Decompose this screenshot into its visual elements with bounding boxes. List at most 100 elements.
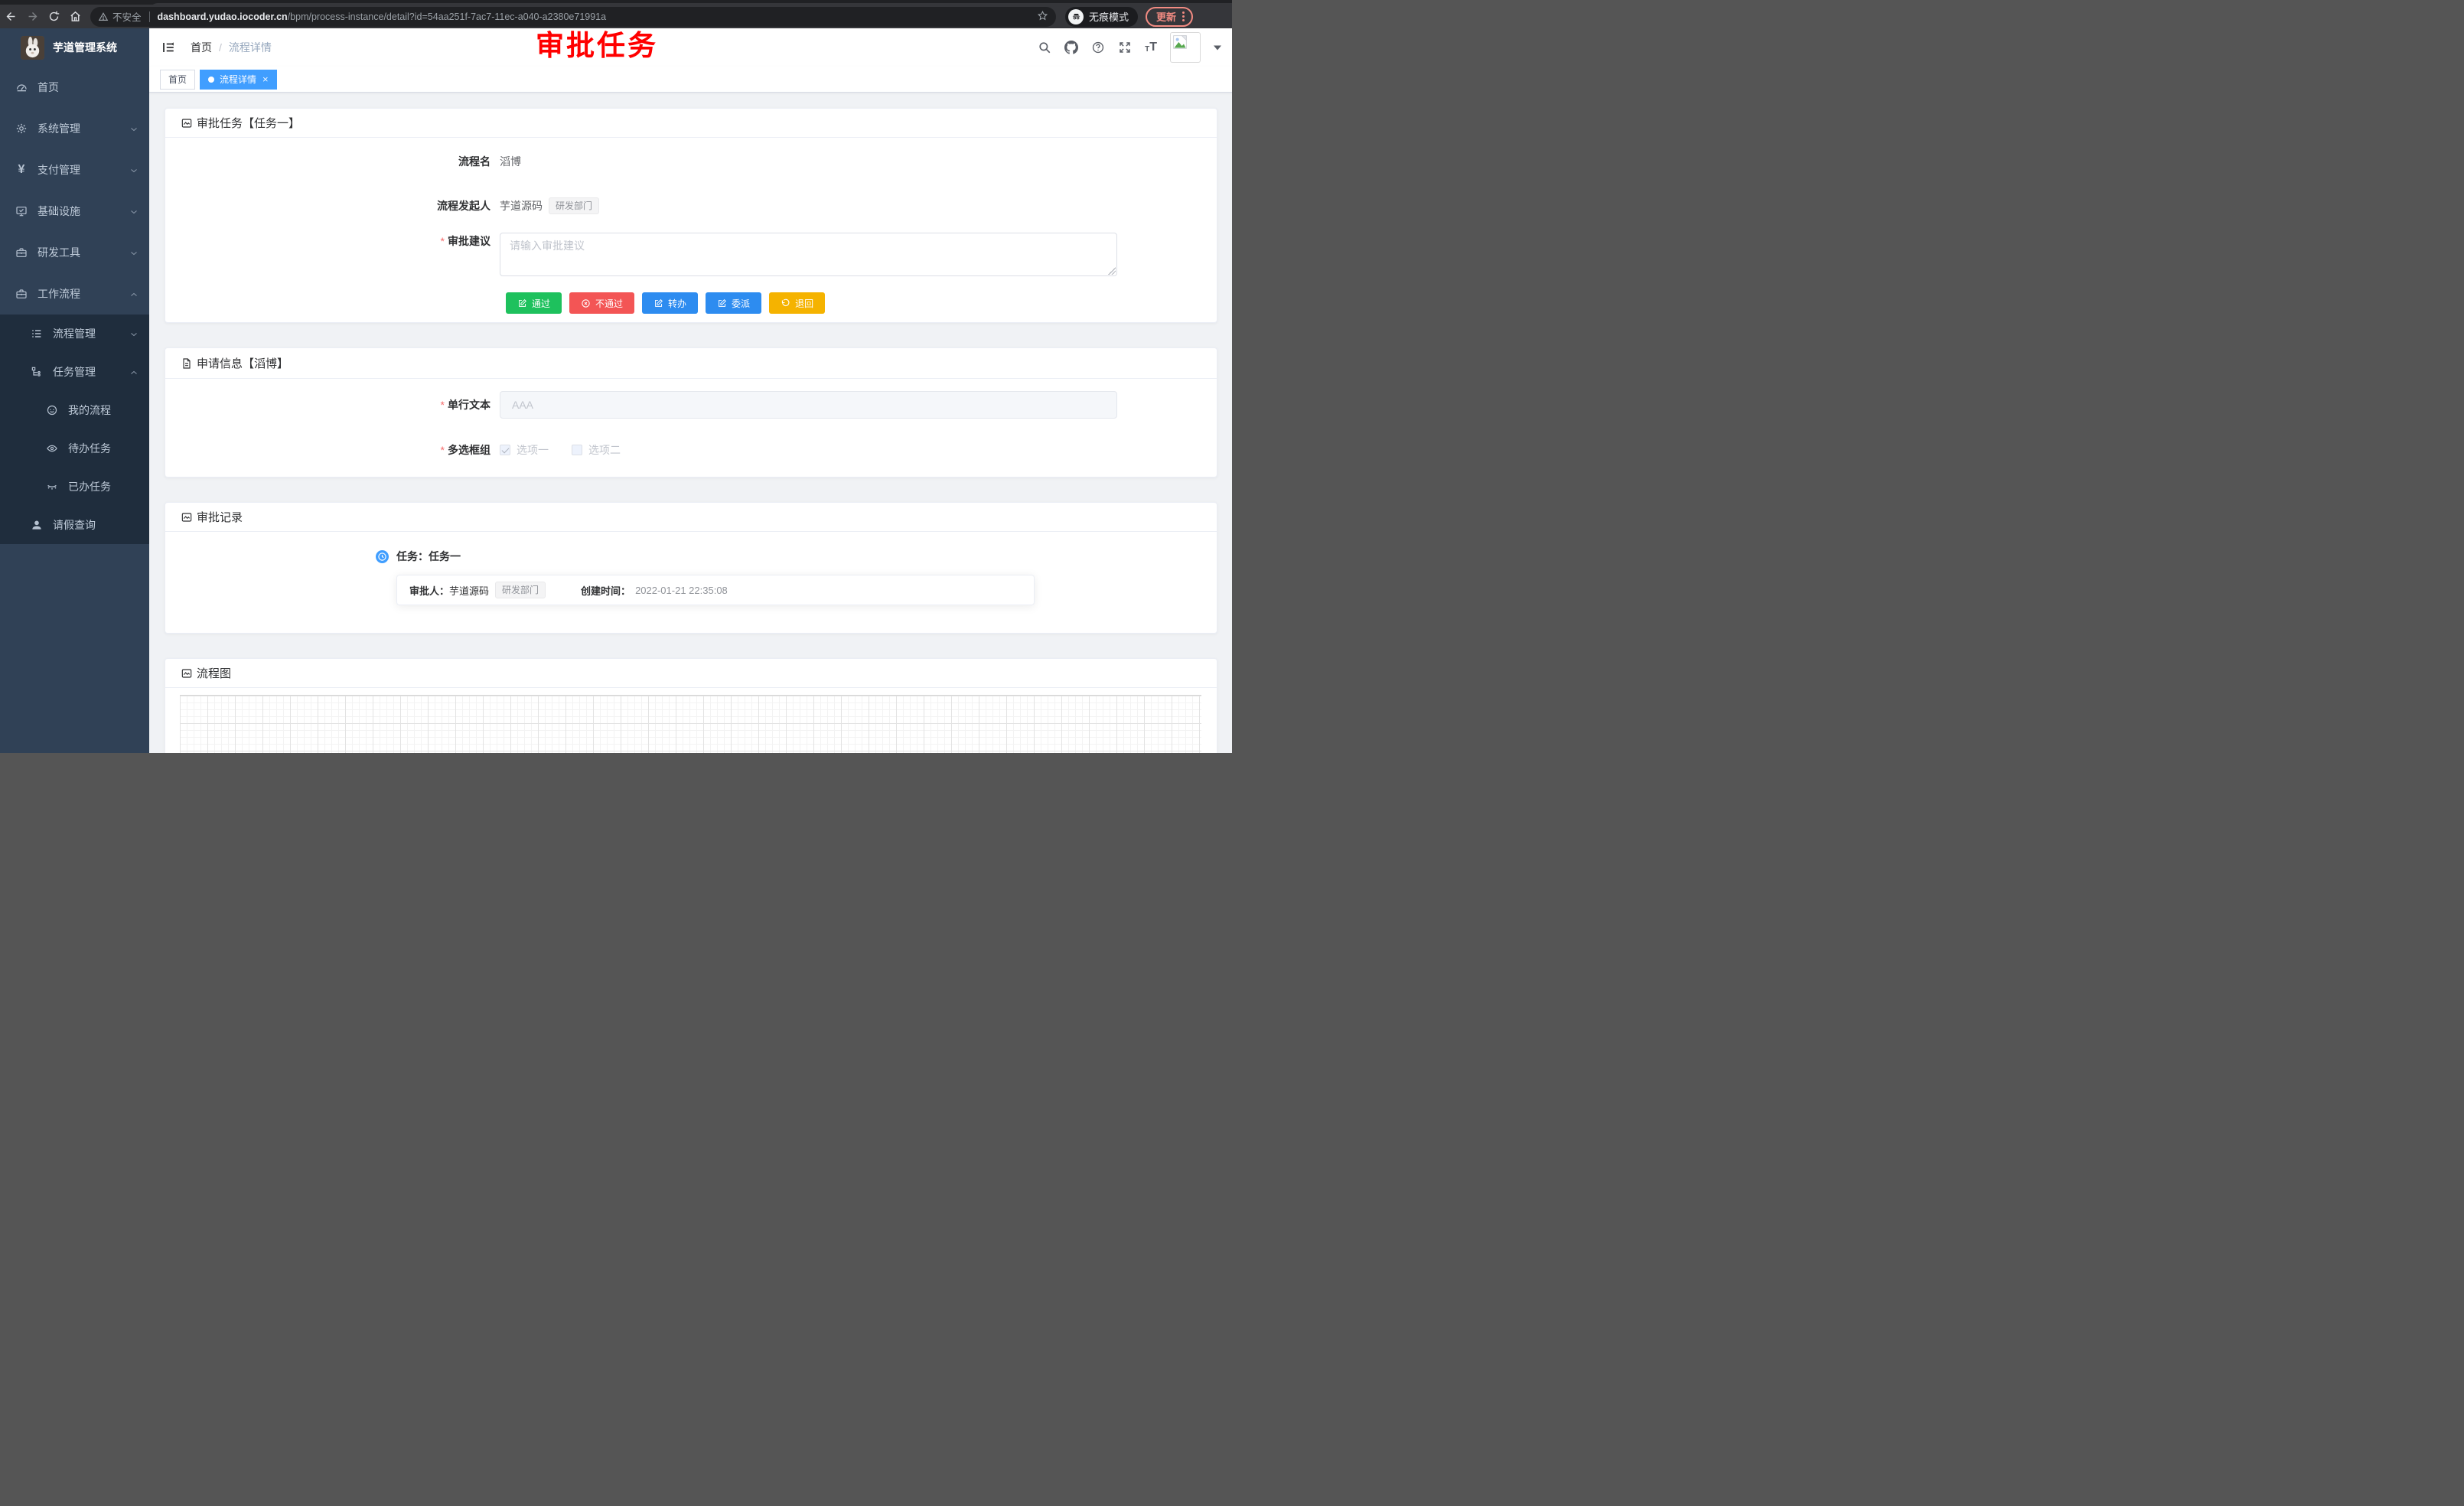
clock-icon: [376, 550, 389, 563]
single-line-input: [500, 391, 1117, 419]
edit-icon: [717, 298, 727, 308]
flowchart-title: 流程图: [197, 665, 231, 681]
sidebar-logo[interactable]: 芋道管理系统: [0, 28, 149, 67]
approval-record-card: 审批记录 任务：任务一 审批人： 芋道源码 研发部门 创建时间：: [165, 502, 1217, 634]
chevron-down-icon: [129, 207, 139, 216]
fullscreen-icon[interactable]: [1118, 41, 1132, 54]
task-label: 任务：任务一: [396, 549, 461, 564]
user-icon: [31, 519, 43, 531]
app-title: 芋道管理系统: [53, 40, 117, 55]
edit-icon: [517, 298, 527, 308]
action-buttons: 通过不通过转办委派退回: [506, 292, 1201, 314]
bpmn-canvas[interactable]: [180, 695, 1201, 753]
sidebar-item-process-mgmt[interactable]: 流程管理: [0, 315, 149, 353]
sidebar-item-done-task[interactable]: 已办任务: [0, 468, 149, 506]
breadcrumb-separator: /: [219, 41, 222, 54]
sidebar-item-my-process[interactable]: 我的流程: [0, 391, 149, 429]
sidebar-item-home[interactable]: 首页: [0, 67, 149, 108]
bookmark-star-icon[interactable]: [1037, 10, 1048, 24]
assignee-value: 芋道源码: [449, 583, 489, 598]
browser-reload-button[interactable]: [43, 7, 64, 27]
security-chip[interactable]: 不安全: [98, 9, 142, 24]
chevron-up-icon: [129, 289, 139, 298]
chevron-up-icon: [129, 367, 139, 376]
close-icon[interactable]: ×: [262, 74, 269, 84]
tab-home[interactable]: 首页: [160, 70, 195, 90]
yen-icon: ¥: [15, 164, 28, 176]
incognito-label: 无痕模式: [1089, 9, 1129, 24]
sidebar-item-workflow[interactable]: 工作流程: [0, 273, 149, 315]
breadcrumb-home[interactable]: 首页: [191, 40, 212, 55]
logo-image: [21, 36, 44, 60]
tags-view-bar: 首页流程详情×: [149, 67, 1232, 93]
apply-info-header: 申请信息【滔博】: [165, 348, 1217, 379]
sidebar-menu: 首页系统管理¥支付管理基础设施研发工具工作流程流程管理任务管理我的流程待办任务已…: [0, 67, 149, 544]
browser-forward-button[interactable]: [21, 7, 43, 27]
checkbox-group-label: *多选框组: [181, 442, 500, 458]
sidebar-item-system-mgmt[interactable]: 系统管理: [0, 108, 149, 149]
address-bar[interactable]: 不安全 dashboard.yudao.iocoder.cn/bpm/proce…: [90, 7, 1056, 27]
caret-down-icon[interactable]: [1214, 44, 1221, 51]
sidebar-item-infrastructure[interactable]: 基础设施: [0, 191, 149, 232]
timeline-item: 任务：任务一: [376, 549, 1201, 564]
browser-back-button[interactable]: [0, 7, 21, 27]
browser-menu-icon[interactable]: [1182, 11, 1185, 21]
create-time-value: 2022-01-21 22:35:08: [635, 585, 728, 596]
font-size-icon[interactable]: TT: [1145, 41, 1157, 54]
navbar: 首页 / 流程详情 审批任务 TT: [149, 28, 1232, 67]
transfer-button[interactable]: 转办: [642, 292, 698, 314]
browser-home-button[interactable]: [64, 7, 86, 27]
checkbox-icon: [572, 445, 582, 455]
picture-icon: [181, 511, 193, 523]
avatar[interactable]: [1170, 32, 1201, 63]
browser-update-button[interactable]: 更新: [1146, 7, 1193, 27]
process-name-label: 流程名: [181, 153, 500, 170]
flowchart-header: 流程图: [165, 659, 1217, 688]
incognito-badge: 无痕模式: [1065, 7, 1138, 27]
search-icon[interactable]: [1038, 41, 1051, 54]
resize-grip-icon[interactable]: [1108, 267, 1116, 275]
breadcrumb: 首页 / 流程详情: [191, 40, 272, 55]
approval-task-card: 审批任务【任务一】 流程名 滔博 流程发起人 芋道源码 研发部门: [165, 108, 1217, 323]
divider: [149, 11, 150, 22]
dashboard-icon: [15, 81, 28, 93]
sidebar-item-task-mgmt[interactable]: 任务管理: [0, 353, 149, 391]
incognito-icon: [1068, 9, 1084, 24]
security-label: 不安全: [112, 9, 142, 24]
chevron-down-icon: [129, 165, 139, 174]
sidebar-item-dev-tools[interactable]: 研发工具: [0, 232, 149, 273]
edit-icon: [653, 298, 663, 308]
chevron-down-icon: [129, 329, 139, 338]
approve-button[interactable]: 通过: [506, 292, 562, 314]
initiator-value: 芋道源码 研发部门: [500, 197, 599, 214]
face-icon: [46, 404, 58, 416]
delegate-button[interactable]: 委派: [706, 292, 761, 314]
navbar-icons: TT: [1038, 41, 1157, 54]
tab-process-detail[interactable]: 流程详情×: [200, 70, 277, 90]
chevron-down-icon: [129, 248, 139, 257]
process-name-value: 滔博: [500, 153, 521, 170]
reject-button[interactable]: 不通过: [569, 292, 634, 314]
github-icon[interactable]: [1064, 41, 1078, 54]
approval-record-title: 审批记录: [197, 509, 243, 525]
checkbox-group: 选项一选项二: [500, 442, 621, 458]
suggest-row: *审批建议: [181, 233, 1201, 276]
sidebar-item-leave-query[interactable]: 请假查询: [0, 506, 149, 544]
process-name-row: 流程名 滔博: [181, 153, 1201, 170]
approval-task-title: 审批任务【任务一】: [197, 115, 300, 131]
suggest-textarea[interactable]: [500, 233, 1117, 276]
sidebar-item-todo-task[interactable]: 待办任务: [0, 429, 149, 468]
return-button[interactable]: 退回: [769, 292, 825, 314]
update-label: 更新: [1156, 9, 1176, 24]
sidebar-toggle-icon[interactable]: [155, 34, 181, 60]
document-icon: [181, 357, 193, 370]
text-field-row: *单行文本: [181, 391, 1201, 419]
checkbox-option-1: 选项一: [500, 442, 549, 458]
sidebar-item-payment-mgmt[interactable]: ¥支付管理: [0, 149, 149, 191]
url-text: dashboard.yudao.iocoder.cn/bpm/process-i…: [158, 11, 1031, 22]
toolbox-icon: [15, 246, 28, 259]
help-icon[interactable]: [1091, 41, 1105, 54]
approval-record-header: 审批记录: [165, 503, 1217, 532]
active-dot-icon: [208, 77, 214, 83]
refresh-left-icon: [781, 298, 790, 308]
